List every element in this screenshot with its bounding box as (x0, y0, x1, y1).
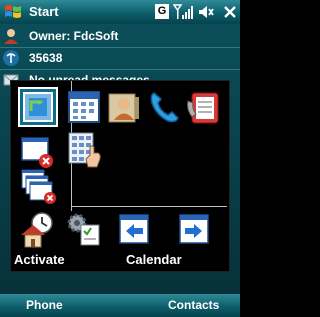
app-launcher-popup: Activate Calendar (10, 80, 230, 272)
calendar-icon (68, 91, 100, 123)
close-icon[interactable] (222, 3, 238, 21)
start-menu-label[interactable]: Start (29, 4, 59, 19)
settings-tile[interactable] (64, 209, 104, 249)
next-tile[interactable] (174, 209, 214, 249)
soft-key-bar: Phone Contacts (0, 294, 240, 317)
sync-tile[interactable] (18, 87, 58, 127)
phone-list-icon (187, 92, 219, 124)
contacts-icon (108, 93, 139, 123)
clock-home-icon (21, 212, 53, 248)
phone-icon (150, 92, 179, 123)
settings-icon (67, 213, 100, 246)
calendar-label[interactable]: Calendar (126, 252, 182, 267)
activate-label[interactable]: Activate (14, 252, 65, 267)
close-all-tile[interactable] (18, 167, 58, 207)
contacts-tile[interactable] (104, 87, 144, 127)
phone-number-row[interactable]: 35638 (0, 48, 240, 69)
phone-number-text: 35638 (29, 51, 63, 65)
contacts-soft-key[interactable]: Contacts (168, 298, 219, 312)
arrow-left-icon (119, 214, 149, 244)
phone-tile[interactable] (144, 87, 184, 127)
sync-icon (23, 92, 53, 122)
windows-start-icon[interactable] (4, 3, 22, 21)
network-type-badge: G (155, 4, 169, 19)
signal-strength-icon[interactable] (173, 3, 193, 21)
owner-row[interactable]: Owner: FdcSoft (0, 26, 240, 47)
volume-icon[interactable] (197, 3, 215, 21)
owner-icon (4, 29, 18, 44)
calendar-tile[interactable] (64, 87, 104, 127)
owner-text: Owner: FdcSoft (29, 29, 119, 43)
horizontal-divider (72, 206, 227, 207)
phone-list-tile[interactable] (184, 87, 224, 127)
dialpad-tile[interactable] (64, 129, 104, 169)
dialpad-icon (68, 132, 101, 168)
arrow-right-icon (179, 214, 209, 244)
phone-soft-key[interactable]: Phone (26, 298, 63, 312)
title-bar: Start G (0, 0, 240, 24)
previous-tile[interactable] (114, 209, 154, 249)
antenna-icon (3, 50, 19, 66)
close-all-windows-icon (21, 169, 56, 204)
activate-tile[interactable] (18, 209, 58, 249)
